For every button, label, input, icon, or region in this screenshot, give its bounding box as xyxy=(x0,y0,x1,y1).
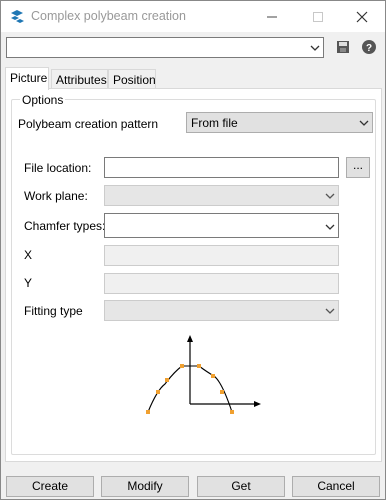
y-field[interactable] xyxy=(104,273,339,294)
button-bar: Create Modify Get Cancel xyxy=(1,469,385,499)
x-label: X xyxy=(24,248,33,262)
window-title: Complex polybeam creation xyxy=(31,9,186,23)
x-field[interactable] xyxy=(104,245,339,266)
cancel-button[interactable]: Cancel xyxy=(292,476,380,497)
browse-button[interactable]: ... xyxy=(346,157,370,178)
title-bar[interactable]: Complex polybeam creation xyxy=(1,1,385,32)
chevron-down-icon xyxy=(359,117,369,127)
file-location-input[interactable] xyxy=(104,157,339,178)
chevron-down-icon xyxy=(325,305,335,315)
options-group-title: Options xyxy=(20,93,66,107)
tab-picture[interactable]: Picture xyxy=(5,67,49,90)
fitting-type-select[interactable] xyxy=(104,300,339,321)
close-button[interactable] xyxy=(339,1,385,32)
pattern-value: From file xyxy=(191,116,238,130)
file-location-label: File location: xyxy=(24,161,92,175)
tab-position[interactable]: Position xyxy=(108,69,156,89)
y-axis-arrow-icon xyxy=(187,335,193,342)
minimize-button[interactable] xyxy=(249,1,295,32)
create-button[interactable]: Create xyxy=(6,476,94,497)
pattern-label: Polybeam creation pattern xyxy=(18,117,159,131)
svg-text:?: ? xyxy=(366,43,372,54)
polybeam-pattern-picture xyxy=(142,332,272,422)
chamfer-types-label: Chamfer types: xyxy=(24,219,106,233)
y-label: Y xyxy=(24,276,33,290)
chevron-down-icon xyxy=(325,190,335,200)
chevron-down-icon xyxy=(310,42,320,52)
work-plane-select[interactable] xyxy=(104,185,339,206)
x-axis-arrow-icon xyxy=(254,401,261,407)
modify-button[interactable]: Modify xyxy=(101,476,189,497)
picture-tab-panel: Options Polybeam creation pattern From f… xyxy=(5,88,382,462)
tab-attributes[interactable]: Attributes xyxy=(51,69,108,89)
chevron-down-icon xyxy=(325,221,335,231)
dialog-window: Complex polybeam creation ? Picture Attr… xyxy=(0,0,386,500)
maximize-button xyxy=(295,1,341,32)
fitting-type-label: Fitting type xyxy=(24,304,83,318)
app-icon xyxy=(9,9,25,25)
options-group: Options Polybeam creation pattern From f… xyxy=(11,93,376,455)
save-icon[interactable] xyxy=(335,39,351,55)
preset-select[interactable] xyxy=(6,37,324,58)
pattern-select[interactable]: From file xyxy=(186,112,373,133)
work-plane-label: Work plane: xyxy=(24,189,88,203)
help-icon[interactable]: ? xyxy=(361,39,377,55)
get-button[interactable]: Get xyxy=(197,476,285,497)
chamfer-types-select[interactable] xyxy=(104,213,339,238)
